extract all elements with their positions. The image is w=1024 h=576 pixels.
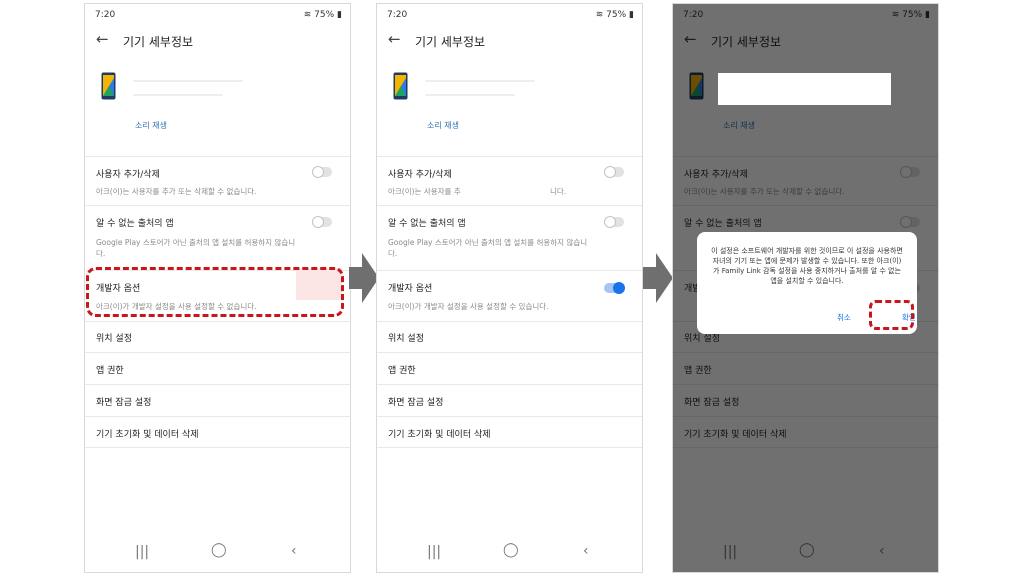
phone-device-icon [101,72,116,100]
battery-icon: ▮ [334,10,342,20]
developer-options-title: 개발자 옵션 [388,284,433,294]
unknown-apps-toggle[interactable] [312,216,332,228]
status-time: 7:20 [387,10,408,20]
back-arrow-icon[interactable]: ← [96,30,109,48]
add-user-toggle[interactable] [312,166,332,178]
unknown-apps-toggle[interactable] [604,216,624,228]
dialog-message: 이 설정은 소프트웨어 개발자를 위한 것이므로 이 설정을 사용하면 자녀의 … [711,247,903,285]
divider [85,416,350,417]
nav-bar: ||| ◯ ‹ [377,542,642,568]
status-bar: 7:20 ≋ 75% ▮ [377,4,642,26]
phone-screen-2: 7:20 ≋ 75% ▮ ← 기기 세부정보 소리 재생 사용자 추가/삭제 아… [376,3,643,573]
phone-screen-3: 7:20 ≋ 75% ▮ ← 기기 세부정보 소리 재생 사용자 추가/삭제 아… [672,3,939,573]
recent-apps-icon[interactable]: ||| [135,544,149,560]
home-icon[interactable]: ◯ [211,542,227,558]
status-time: 7:20 [95,10,116,20]
app-header: ← 기기 세부정보 [85,28,350,58]
add-user-desc: 아크(이)는 사용자를 추가 또는 삭제할 수 없습니다. [96,187,257,196]
page-title: 기기 세부정보 [123,35,194,49]
unknown-apps-desc: Google Play 스토어가 아닌 출처의 앱 설치를 허용하지 않습니다. [96,238,296,258]
status-icons: ≋ 75% ▮ [596,10,634,20]
status-icons: ≋ 75% ▮ [304,10,342,20]
divider [377,156,642,157]
factory-reset-item[interactable]: 기기 초기화 및 데이터 삭제 [96,427,199,440]
app-header: ← 기기 세부정보 [377,28,642,58]
screen-lock-item[interactable]: 화면 잠금 설정 [96,395,151,408]
nav-back-icon[interactable]: ‹ [291,543,297,559]
divider [85,321,350,322]
divider [377,416,642,417]
home-icon[interactable]: ◯ [503,542,519,558]
divider [85,205,350,206]
unknown-apps-title: 알 수 없는 출처의 앱 [96,219,174,229]
battery-icon: ▮ [626,10,634,20]
app-permissions-item[interactable]: 앱 권한 [388,363,416,376]
page-title: 기기 세부정보 [415,35,486,49]
nav-bar: ||| ◯ ‹ [85,542,350,568]
unknown-apps-title: 알 수 없는 출처의 앱 [388,219,466,229]
location-settings-item[interactable]: 위치 설정 [96,331,132,344]
divider [377,205,642,206]
confirm-callout [869,300,914,330]
status-bar: 7:20 ≋ 75% ▮ [85,4,350,26]
play-sound-link[interactable]: 소리 재생 [427,120,459,131]
play-sound-link[interactable]: 소리 재생 [135,120,167,131]
nav-back-icon[interactable]: ‹ [583,543,589,559]
divider [377,352,642,353]
device-info-redacted [133,80,243,82]
divider [85,352,350,353]
device-info-redacted [133,94,223,96]
add-user-toggle[interactable] [604,166,624,178]
screen-lock-item[interactable]: 화면 잠금 설정 [388,395,443,408]
divider [377,384,642,385]
developer-options-desc: 아크(이)가 개발자 설정을 사용 설정할 수 있습니다. [388,302,549,311]
battery-level: 75% [314,10,335,20]
recent-apps-icon[interactable]: ||| [427,544,441,560]
phone-device-icon [393,72,408,100]
unknown-apps-desc: Google Play 스토어가 아닌 출처의 앱 설치를 허용하지 않습니다. [388,238,588,258]
app-permissions-item[interactable]: 앱 권한 [96,363,124,376]
add-user-title: 사용자 추가/삭제 [388,170,452,180]
step-arrow-icon [349,253,379,303]
developer-options-toggle[interactable] [604,282,625,294]
device-info-redacted [425,80,535,82]
add-user-desc-part1: 아크(이)는 사용자를 추 [388,187,461,196]
location-settings-item[interactable]: 위치 설정 [388,331,424,344]
developer-options-callout [86,267,344,317]
wifi-icon: ≋ [303,10,315,20]
factory-reset-item[interactable]: 기기 초기화 및 데이터 삭제 [388,427,491,440]
add-user-title: 사용자 추가/삭제 [96,170,160,180]
divider [85,447,350,448]
back-arrow-icon[interactable]: ← [388,30,401,48]
divider [85,384,350,385]
device-info-redacted-box [718,73,891,105]
divider [85,156,350,157]
divider [377,447,642,448]
step-arrow-icon [643,253,673,303]
dialog-cancel-button[interactable]: 취소 [837,312,851,323]
battery-level: 75% [606,10,627,20]
divider [377,321,642,322]
device-info-redacted [425,94,515,96]
add-user-desc-part2: 니다. [550,187,567,196]
divider [377,270,642,271]
wifi-icon: ≋ [595,10,607,20]
